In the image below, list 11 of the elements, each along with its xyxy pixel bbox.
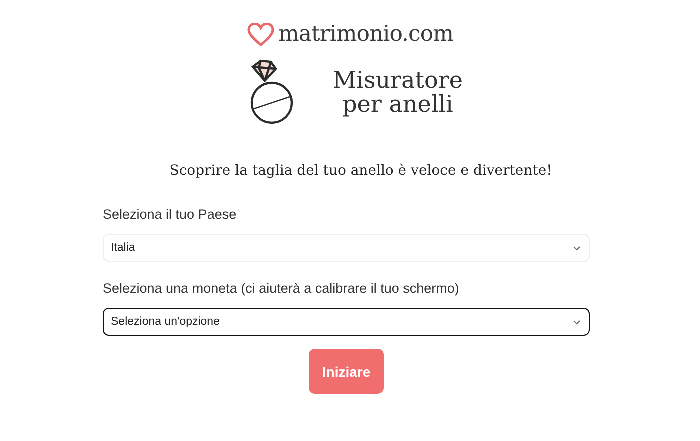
intro-text: Scoprire la taglia del tuo anello è veloce e divertente! (170, 163, 552, 179)
brand-logo[interactable]: matrimonio.com (278, 22, 454, 47)
select-field[interactable]: Seleziona un'opzione (103, 308, 590, 336)
field-label: Seleziona una moneta (ci aiuterà a calibrare il tuo schermo) (103, 281, 460, 296)
page-title: per anelli (342, 93, 454, 117)
heart-icon (246, 22, 275, 46)
field-label: Seleziona il tuo Paese (103, 207, 238, 222)
chevron-down-icon (573, 246, 581, 250)
select-field[interactable]: Italia (103, 234, 590, 262)
chevron-down-icon (573, 320, 581, 324)
page-title: Misuratore (333, 69, 463, 93)
